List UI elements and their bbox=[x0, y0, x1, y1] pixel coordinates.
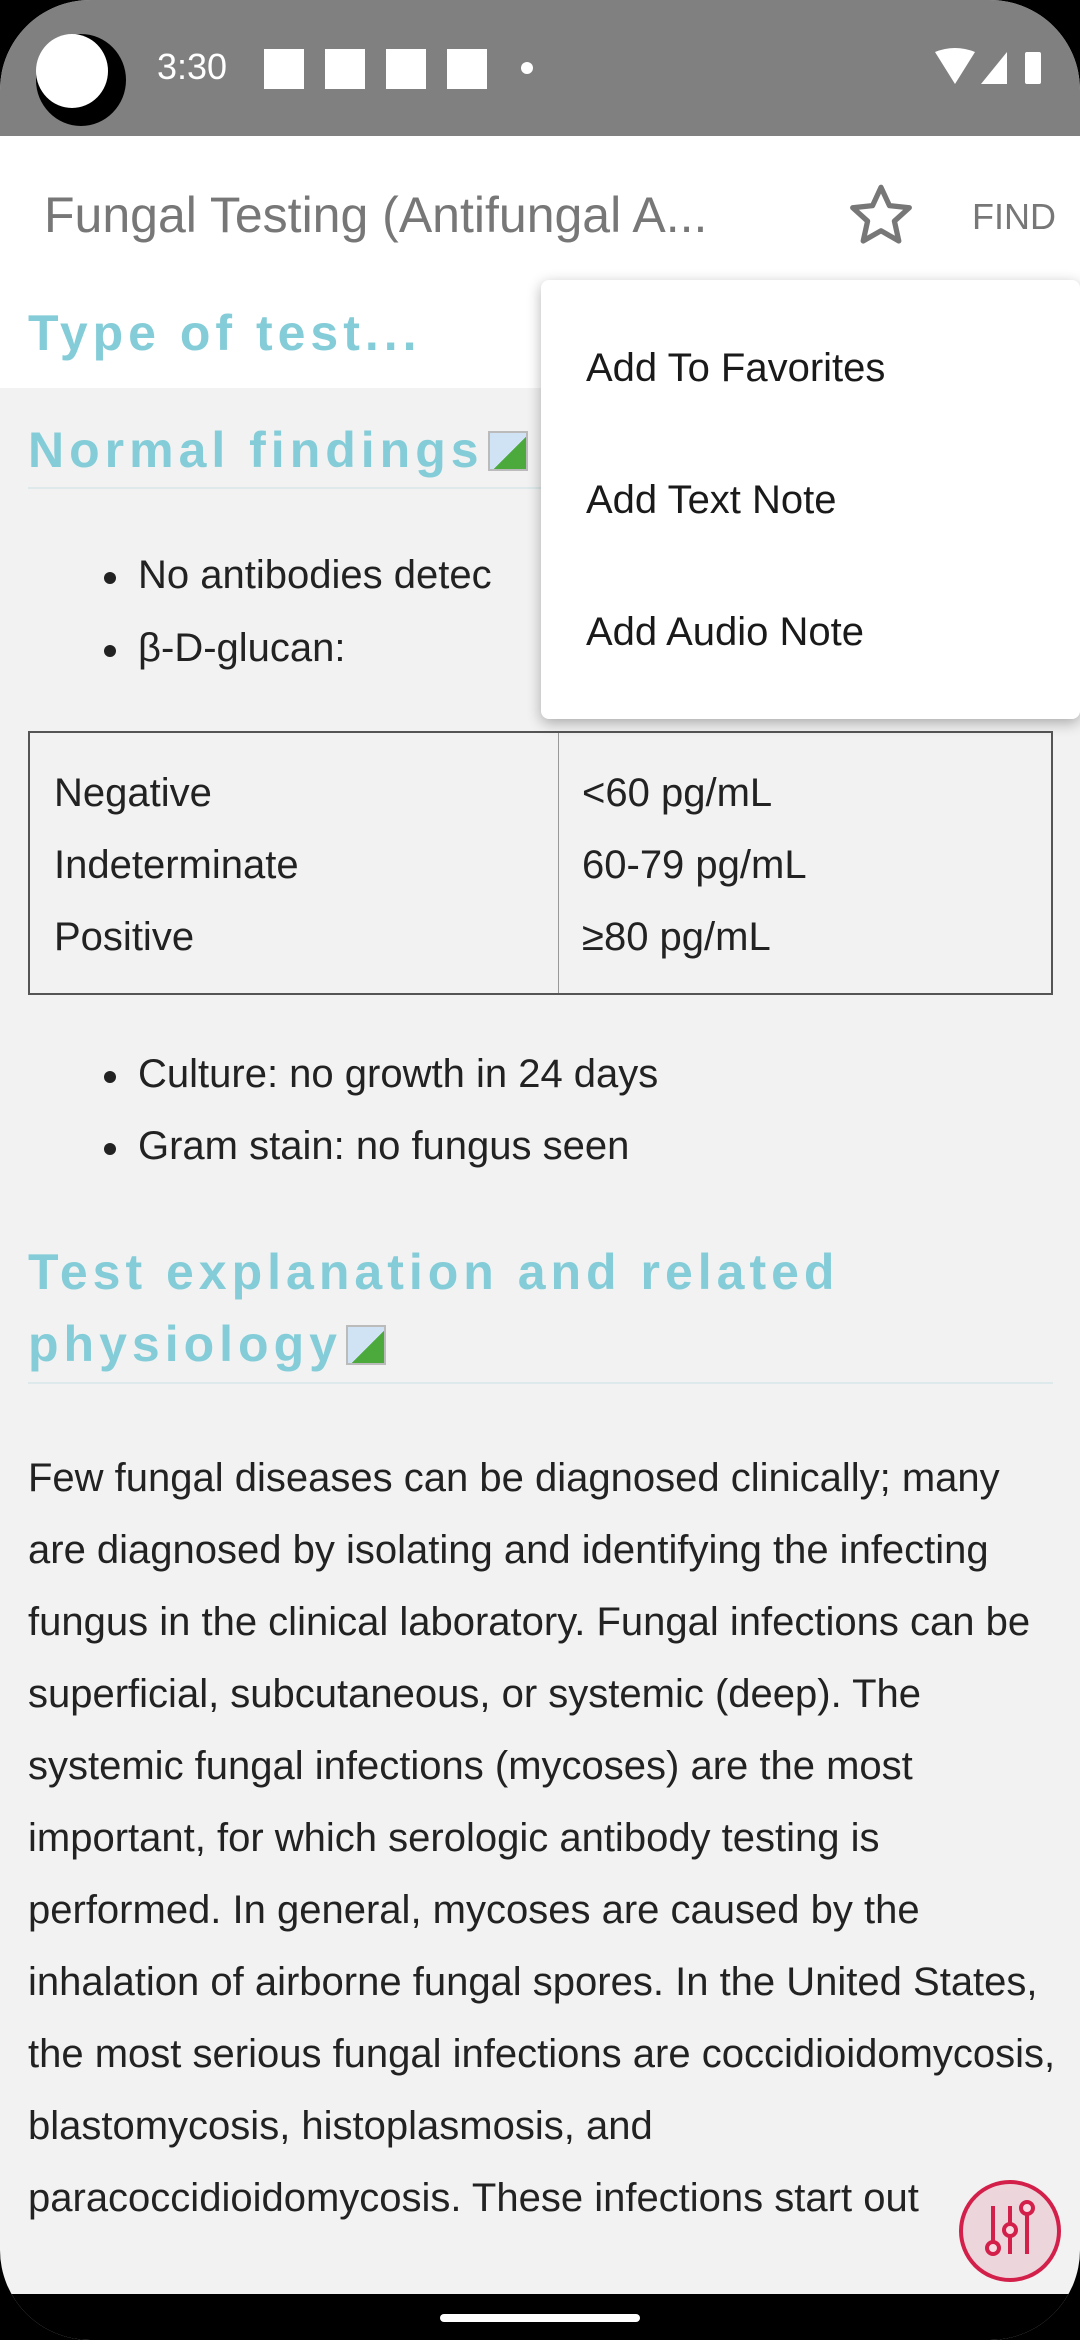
list-item: Culture: no growth in 24 days bbox=[138, 1052, 659, 1096]
notification-icon bbox=[447, 49, 487, 89]
star-favorite-icon[interactable] bbox=[846, 180, 916, 250]
list-item: Gram stain: no fungus seen bbox=[138, 1124, 630, 1168]
settings-fab[interactable] bbox=[959, 2180, 1061, 2282]
explanation-heading: Test explanation and related physiology bbox=[28, 1236, 908, 1380]
broken-image-icon bbox=[345, 1325, 386, 1365]
battery-icon bbox=[1025, 52, 1041, 84]
type-of-test-heading[interactable]: Type of test... bbox=[28, 304, 422, 362]
normal-findings-heading: Normal findings bbox=[28, 414, 528, 486]
bullet bbox=[104, 1071, 116, 1083]
more-notifications-icon bbox=[521, 62, 533, 74]
bullet bbox=[104, 1143, 116, 1155]
find-button[interactable]: FIND bbox=[972, 196, 1056, 238]
bullet bbox=[104, 572, 116, 584]
table-cell: 60-79 pg/mL bbox=[582, 843, 807, 887]
system-icons bbox=[935, 48, 1041, 84]
camera-cutout bbox=[36, 34, 126, 126]
menu-item-add-text-note[interactable]: Add Text Note bbox=[586, 478, 837, 523]
bullet bbox=[104, 645, 116, 657]
heading-text: Test explanation and related physiology bbox=[28, 1244, 840, 1372]
home-gesture-handle[interactable] bbox=[440, 2314, 640, 2322]
list-item: β-D-glucan: bbox=[138, 626, 346, 670]
status-bar: 3:30 bbox=[0, 0, 1080, 136]
explanation-paragraph: Few fungal diseases can be diagnosed cli… bbox=[28, 1456, 1056, 2220]
menu-item-add-audio-note[interactable]: Add Audio Note bbox=[586, 610, 864, 655]
heading-text: Normal findings bbox=[28, 422, 484, 478]
menu-item-add-to-favorites[interactable]: Add To Favorites bbox=[586, 346, 885, 391]
notification-icon bbox=[386, 49, 426, 89]
broken-image-icon bbox=[487, 431, 528, 471]
notification-icon bbox=[325, 49, 365, 89]
results-table: Negative <60 pg/mL Indeterminate 60-79 p… bbox=[28, 731, 1053, 995]
notification-icon bbox=[264, 49, 304, 89]
list-item: No antibodies detec bbox=[138, 553, 492, 597]
clock: 3:30 bbox=[157, 46, 228, 87]
page-title: Fungal Testing (Antifungal A... bbox=[44, 187, 708, 243]
table-cell: Indeterminate bbox=[54, 843, 299, 887]
table-cell: Negative bbox=[54, 771, 212, 815]
signal-icon bbox=[981, 52, 1007, 84]
overflow-menu: Add To Favorites Add Text Note Add Audio… bbox=[541, 280, 1080, 719]
sliders-icon bbox=[985, 2200, 1035, 2256]
table-cell: ≥80 pg/mL bbox=[582, 915, 771, 959]
divider bbox=[28, 1382, 1053, 1384]
column-divider bbox=[558, 733, 559, 993]
table-cell: Positive bbox=[54, 915, 195, 959]
table-cell: <60 pg/mL bbox=[582, 771, 773, 815]
wifi-icon bbox=[935, 48, 975, 84]
screen: 3:30 Fungal Testing (Antifungal A... FIN… bbox=[0, 0, 1080, 2340]
